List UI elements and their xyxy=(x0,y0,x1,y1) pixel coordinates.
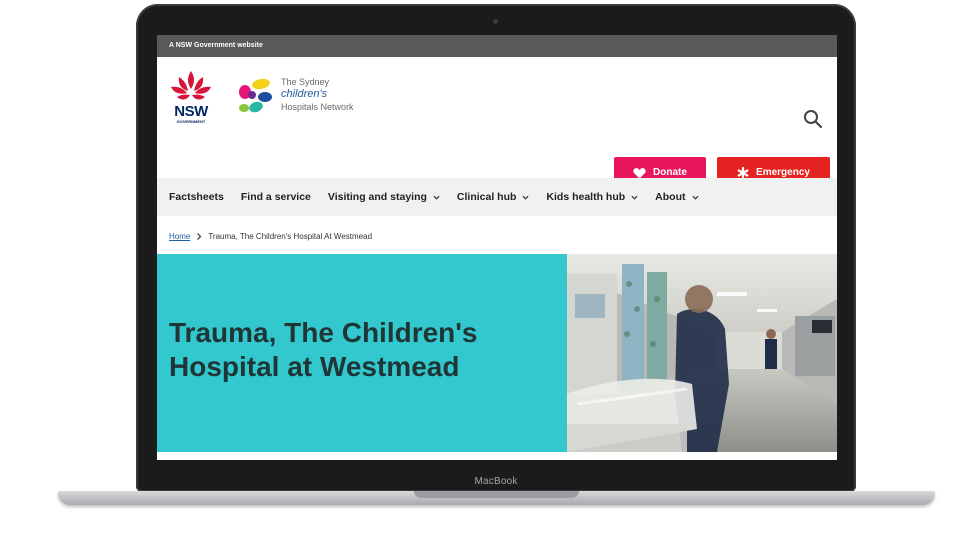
camera-icon xyxy=(493,19,498,24)
device-label: MacBook xyxy=(474,476,518,487)
nav-item-clinical-hub[interactable]: Clinical hub xyxy=(457,191,530,203)
hero-photo-hospital-corridor xyxy=(567,254,837,452)
nav-item-label: Visiting and staying xyxy=(327,191,427,203)
page-title: Trauma, The Children's Hospital at Westm… xyxy=(169,317,478,382)
laptop-notch xyxy=(414,491,579,498)
breadcrumb-current: Trauma, The Children's Hospital At Westm… xyxy=(208,232,373,241)
chevron-right-icon xyxy=(197,233,202,240)
search-icon[interactable] xyxy=(803,109,823,129)
nav-item-label: Kids health hub xyxy=(546,191,626,203)
hero-banner: Trauma, The Children's Hospital at Westm… xyxy=(157,254,567,452)
breadcrumb-home-link[interactable]: Home xyxy=(169,232,190,241)
emergency-label: Emergency xyxy=(756,167,810,178)
heart-icon xyxy=(633,167,646,178)
chevron-down-icon xyxy=(433,195,440,200)
nsw-wordmark: NSW xyxy=(174,103,208,120)
chevron-down-icon xyxy=(522,195,529,200)
browser-screen: A NSW Government website NSW GOVERNMENT xyxy=(157,35,837,460)
schn-logo-line1: The Sydney xyxy=(281,77,330,87)
asterisk-icon xyxy=(737,166,749,179)
donate-label: Donate xyxy=(653,167,687,178)
nav-item-label: Factsheets xyxy=(169,191,224,203)
nav-item-visiting-and-staying[interactable]: Visiting and staying xyxy=(328,191,440,203)
nav-item-factsheets[interactable]: Factsheets xyxy=(169,191,224,203)
main-navigation: Factsheets Find a service Visiting and s… xyxy=(157,178,837,216)
breadcrumb: Home Trauma, The Children's Hospital At … xyxy=(169,232,372,241)
chevron-down-icon xyxy=(631,195,638,200)
nsw-government-text: GOVERNMENT xyxy=(176,119,206,124)
government-banner: A NSW Government website xyxy=(157,35,837,57)
schn-logo-line3: Hospitals Network xyxy=(281,102,354,112)
site-header: NSW GOVERNMENT The Sydney children's Hos… xyxy=(157,57,837,188)
schn-logo-line2: children's xyxy=(281,88,328,100)
nav-item-about[interactable]: About xyxy=(655,191,699,203)
nav-item-find-a-service[interactable]: Find a service xyxy=(241,191,311,203)
nav-item-label: Find a service xyxy=(240,191,311,203)
nav-item-label: About xyxy=(655,191,686,203)
nav-item-kids-health-hub[interactable]: Kids health hub xyxy=(546,191,638,203)
screen-bezel xyxy=(157,460,837,476)
nav-item-label: Clinical hub xyxy=(456,191,517,203)
schn-logo-mark xyxy=(239,78,272,113)
chevron-down-icon xyxy=(691,195,699,200)
